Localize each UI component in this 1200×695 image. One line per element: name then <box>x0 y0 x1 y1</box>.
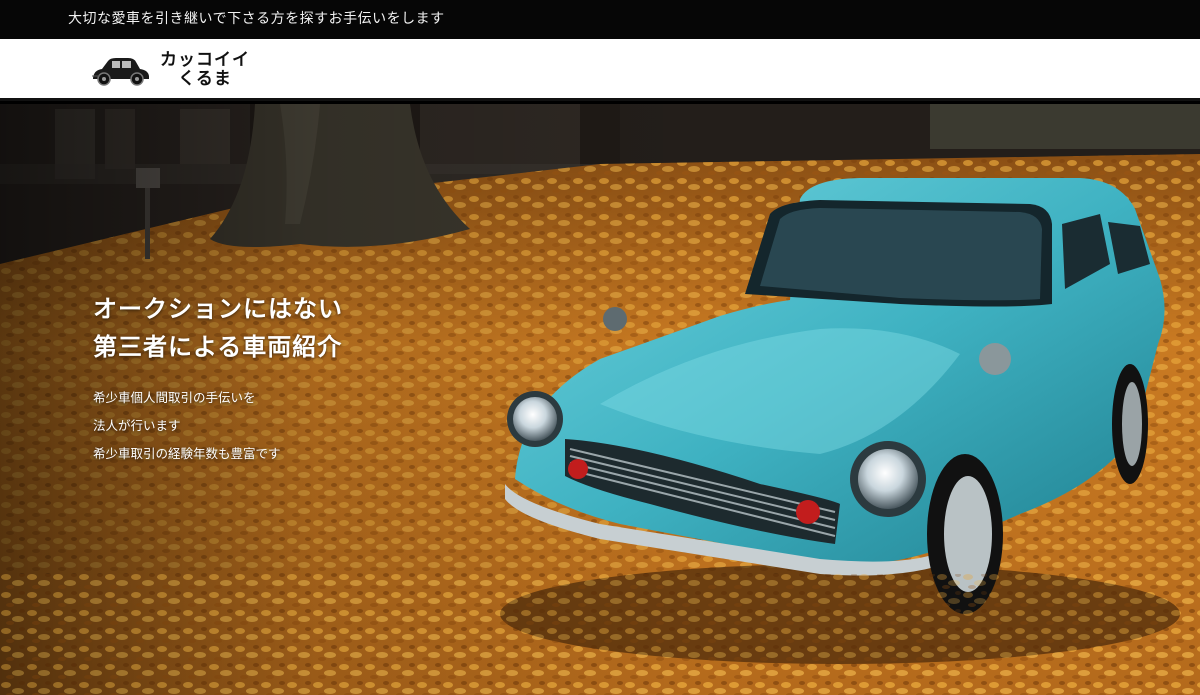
tagline-text: 大切な愛車を引き継いで下さる方を探すお手伝いをします <box>68 11 445 27</box>
logo-wordmark: カッコイイ くるま <box>160 51 250 89</box>
classic-car-icon <box>92 58 149 86</box>
description-line-2: 法人が行います <box>93 418 181 433</box>
top-announcement-bar: 大切な愛車を引き継いで下さる方を探すお手伝いをします <box>0 0 1200 39</box>
headline-line-2: 第三者による車両紹介 <box>93 332 343 361</box>
hero-headline: オークションにはない 第三者による車両紹介 <box>93 290 343 366</box>
logo-line-1: カッコイイ <box>160 50 250 70</box>
description-line-3: 希少車取引の経験年数も豊富です <box>93 446 281 461</box>
hero-description: 希少車個人間取引の手伝いを 法人が行います 希少車取引の経験年数も豊富です <box>93 384 343 468</box>
site-logo-link[interactable]: カッコイイ くるま <box>90 47 300 93</box>
site-header: カッコイイ くるま <box>0 39 1200 101</box>
headline-line-1: オークションにはない <box>93 294 343 323</box>
hero-copy-block: オークションにはない 第三者による車両紹介 希少車個人間取引の手伝いを 法人が行… <box>93 290 343 468</box>
logo-line-2: くるま <box>178 69 232 89</box>
description-line-1: 希少車個人間取引の手伝いを <box>93 390 256 405</box>
hero-section: オークションにはない 第三者による車両紹介 希少車個人間取引の手伝いを 法人が行… <box>0 104 1200 695</box>
